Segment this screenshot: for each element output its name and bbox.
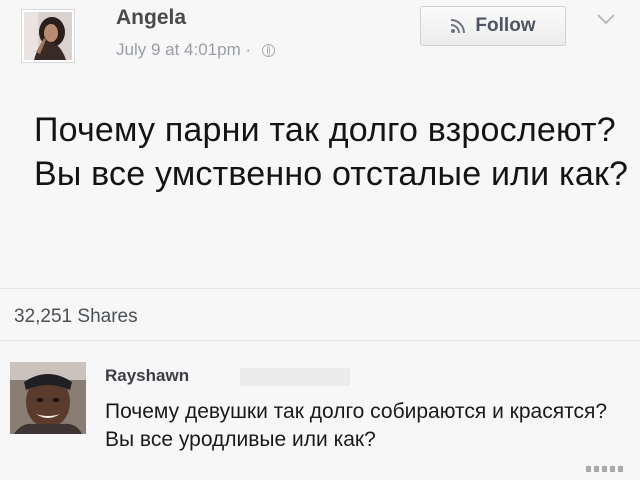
shares-number: 32,251	[14, 306, 73, 327]
globe-icon	[261, 44, 275, 58]
meta-separator: ·	[245, 40, 252, 59]
chevron-down-icon[interactable]	[596, 12, 616, 26]
shares-count[interactable]: 32,251 Shares	[14, 306, 138, 328]
author-photo	[24, 12, 72, 60]
divider	[0, 288, 640, 289]
author-name[interactable]: Angela	[116, 6, 186, 30]
redacted-bar	[240, 368, 350, 386]
commenter-avatar[interactable]	[10, 362, 86, 434]
shares-label: Shares	[77, 306, 138, 327]
divider	[0, 340, 640, 341]
rss-icon	[451, 19, 466, 34]
watermark	[586, 466, 626, 472]
follow-button[interactable]: Follow	[420, 6, 566, 46]
post-meta: July 9 at 4:01pm ·	[116, 40, 275, 60]
facebook-post: Angela July 9 at 4:01pm · Follow Почему …	[0, 0, 640, 480]
commenter-name[interactable]: Rayshawn	[105, 366, 189, 386]
follow-label: Follow	[475, 15, 536, 36]
post-text: Почему парни так долго взрослеют? Вы все…	[34, 111, 629, 193]
commenter-photo	[10, 362, 86, 434]
post-timestamp[interactable]: July 9 at 4:01pm	[116, 40, 241, 59]
author-avatar[interactable]	[22, 10, 74, 62]
comment-text: Почему девушки так долго собираются и кр…	[105, 400, 608, 451]
